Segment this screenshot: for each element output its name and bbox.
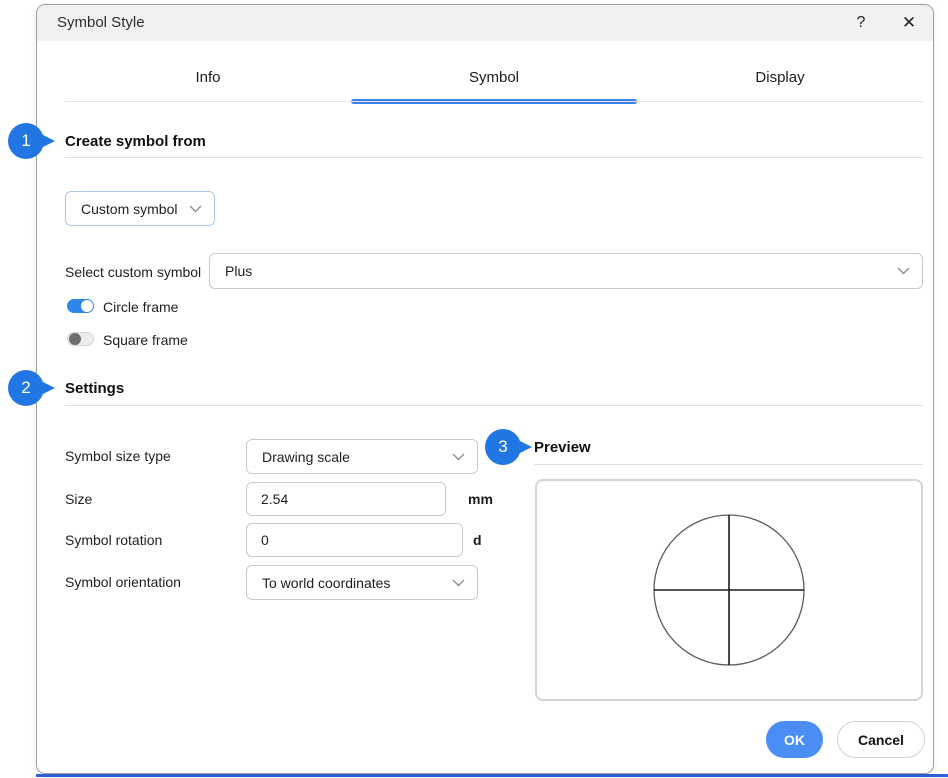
callout-2-badge: 2 xyxy=(8,370,44,406)
preview-heading: Preview xyxy=(534,439,591,456)
cancel-button-label: Cancel xyxy=(858,732,904,748)
symbol-rotation-input[interactable] xyxy=(246,523,463,557)
tab-info-label: Info xyxy=(195,69,220,86)
tab-symbol[interactable]: Symbol xyxy=(351,57,637,101)
chevron-down-icon xyxy=(897,267,910,275)
size-input[interactable] xyxy=(246,482,446,516)
rotation-unit: d xyxy=(473,532,482,548)
square-frame-toggle[interactable] xyxy=(67,332,94,346)
chevron-down-icon xyxy=(189,205,202,213)
circle-frame-label: Circle frame xyxy=(103,299,178,315)
tab-symbol-label: Symbol xyxy=(469,69,519,86)
frame-border xyxy=(36,774,948,777)
symbol-rotation-label: Symbol rotation xyxy=(65,532,162,548)
help-icon[interactable]: ? xyxy=(847,5,875,41)
callout-3-badge: 3 xyxy=(485,429,521,465)
symbol-orientation-dropdown[interactable]: To world coordinates xyxy=(246,565,478,600)
dialog-title: Symbol Style xyxy=(57,5,145,41)
custom-symbol-dropdown[interactable]: Plus xyxy=(209,253,923,289)
screenshot: Symbol Style ? ✕ Info Symbol Display Cre… xyxy=(0,0,948,778)
symbol-source-value: Custom symbol xyxy=(81,201,181,217)
tabs-baseline xyxy=(65,101,923,102)
symbol-style-dialog: Symbol Style ? ✕ Info Symbol Display Cre… xyxy=(36,4,934,774)
chevron-down-icon xyxy=(452,453,465,461)
toggle-knob xyxy=(69,333,81,345)
tab-display[interactable]: Display xyxy=(637,57,923,101)
size-unit: mm xyxy=(468,491,493,507)
tab-display-label: Display xyxy=(755,69,804,86)
symbol-source-dropdown[interactable]: Custom symbol xyxy=(65,191,215,226)
settings-heading: Settings xyxy=(65,380,124,397)
toggle-knob xyxy=(81,300,93,312)
size-label: Size xyxy=(65,491,92,507)
callout-3-number: 3 xyxy=(498,437,507,457)
ok-button[interactable]: OK xyxy=(766,721,823,758)
plus-in-circle-symbol xyxy=(537,481,921,699)
callout-1-badge: 1 xyxy=(8,123,44,159)
custom-symbol-value: Plus xyxy=(225,263,889,279)
tab-bar: Info Symbol Display xyxy=(65,57,923,101)
circle-frame-toggle[interactable] xyxy=(67,299,94,313)
symbol-size-type-dropdown[interactable]: Drawing scale xyxy=(246,439,478,474)
create-symbol-from-heading: Create symbol from xyxy=(65,133,206,150)
dialog-titlebar: Symbol Style ? ✕ xyxy=(37,5,933,41)
chevron-down-icon xyxy=(452,579,465,587)
cancel-button[interactable]: Cancel xyxy=(837,721,925,758)
symbol-orientation-value: To world coordinates xyxy=(262,575,444,591)
symbol-preview xyxy=(535,479,923,701)
section-divider xyxy=(65,405,923,406)
symbol-size-type-label: Symbol size type xyxy=(65,448,171,464)
callout-1-number: 1 xyxy=(21,131,30,151)
section-divider xyxy=(534,464,923,465)
callout-2-number: 2 xyxy=(21,378,30,398)
tab-info[interactable]: Info xyxy=(65,57,351,101)
ok-button-label: OK xyxy=(784,732,805,748)
close-icon[interactable]: ✕ xyxy=(895,5,923,41)
section-divider xyxy=(65,157,923,158)
square-frame-label: Square frame xyxy=(103,332,188,348)
symbol-orientation-label: Symbol orientation xyxy=(65,574,181,590)
symbol-size-type-value: Drawing scale xyxy=(262,449,444,465)
select-custom-symbol-label: Select custom symbol xyxy=(65,264,201,280)
